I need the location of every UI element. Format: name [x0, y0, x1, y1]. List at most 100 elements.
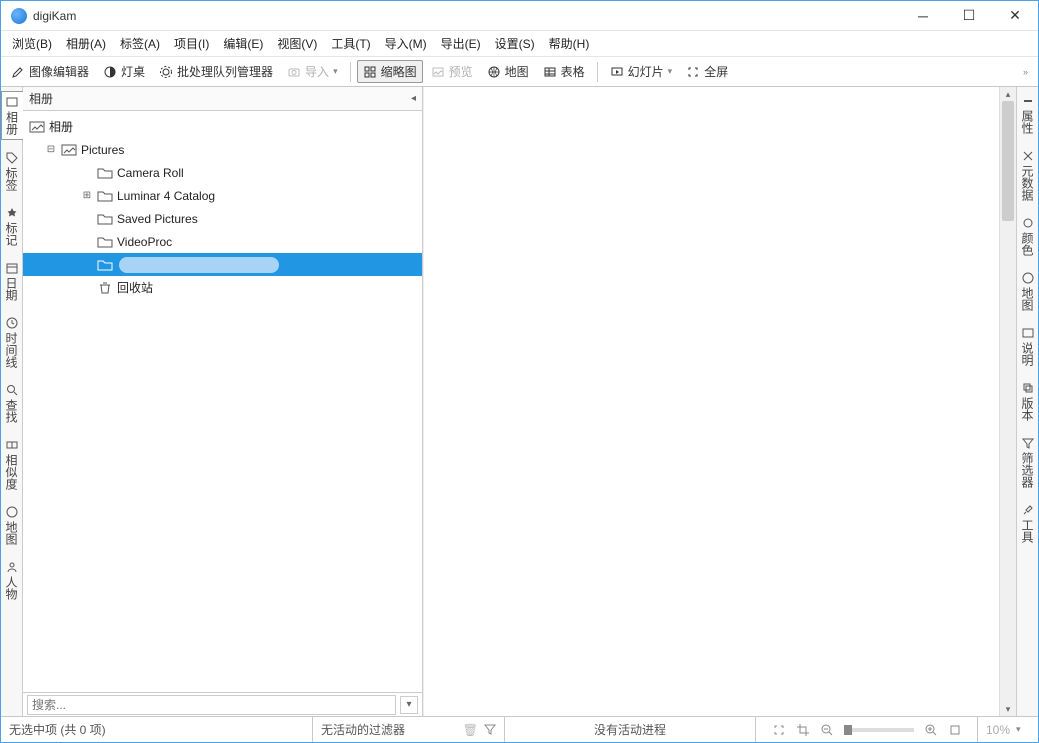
tree-saved-pictures[interactable]: Saved Pictures — [23, 207, 422, 230]
album-tree: 相册 ⊟ Pictures Camera Roll ⊞ Luminar 4 Ca… — [23, 111, 422, 692]
menu-tags[interactable]: 标签(A) — [113, 32, 167, 55]
batch-queue-label: 批处理队列管理器 — [177, 63, 273, 80]
thumbnail-canvas[interactable] — [423, 87, 999, 716]
collapse-icon[interactable]: ◂ — [411, 93, 416, 104]
slideshow-button[interactable]: 幻灯片 ▾ — [604, 60, 679, 83]
scroll-down-icon[interactable]: ▾ — [1000, 702, 1016, 716]
menu-edit[interactable]: 编辑(E) — [216, 32, 270, 55]
map-button[interactable]: 地图 — [481, 60, 535, 83]
menu-import[interactable]: 导入(M) — [378, 32, 434, 55]
menu-settings[interactable]: 设置(S) — [488, 32, 542, 55]
map-label: 地图 — [505, 63, 529, 80]
grid-icon — [363, 65, 377, 79]
tab-tags[interactable]: 标签 — [1, 148, 22, 195]
fullscreen-button[interactable]: 全屏 — [680, 60, 734, 83]
statusbar: 无选中项 (共 0 项) 无活动的过滤器 🗑 没有活动进程 10% ▾ — [1, 716, 1038, 742]
search-input[interactable] — [27, 695, 396, 715]
tree-label: Pictures — [81, 143, 124, 157]
tab-timeline[interactable]: 时间线 — [1, 313, 22, 372]
tab-date[interactable]: 日期 — [1, 258, 22, 305]
tree-pictures[interactable]: ⊟ Pictures — [23, 138, 422, 161]
color-icon — [1022, 217, 1034, 229]
tree-label: Camera Roll — [117, 166, 184, 180]
contrast-icon — [103, 65, 117, 79]
preview-button[interactable]: 预览 — [425, 60, 479, 83]
tab-search[interactable]: 查找 — [1, 380, 22, 427]
fit-icon[interactable] — [772, 723, 786, 737]
thumbnails-button[interactable]: 缩略图 — [357, 60, 423, 83]
tab-tools-right[interactable]: 工具 — [1017, 500, 1038, 547]
status-zoom[interactable]: 10% ▾ — [978, 717, 1038, 742]
tree-luminar[interactable]: ⊞ Luminar 4 Catalog — [23, 184, 422, 207]
search-row: ▾ — [23, 692, 422, 716]
scroll-thumb[interactable] — [1002, 101, 1014, 221]
menubar: 浏览(B) 相册(A) 标签(A) 项目(I) 编辑(E) 视图(V) 工具(T… — [1, 31, 1038, 57]
tab-marks[interactable]: 标记 — [1, 203, 22, 250]
minimize-button[interactable]: ─ — [900, 1, 946, 31]
image-editor-button[interactable]: 图像编辑器 — [5, 60, 95, 83]
gear-icon — [159, 65, 173, 79]
image-icon — [61, 143, 77, 157]
fullscreen-label: 全屏 — [704, 63, 728, 80]
menu-tools[interactable]: 工具(T) — [324, 32, 377, 55]
close-button[interactable]: ✕ — [992, 1, 1038, 31]
menu-help[interactable]: 帮助(H) — [542, 32, 597, 55]
zoom-out-icon[interactable] — [820, 723, 834, 737]
tab-people[interactable]: 人物 — [1, 557, 22, 604]
crop-icon[interactable] — [796, 723, 810, 737]
tag-icon — [6, 152, 18, 164]
search-icon — [6, 384, 18, 396]
right-sidebar-tabs: 属性 元数据 颜色 地图 说明 版本 筛选器 工具 — [1016, 87, 1038, 716]
table-label: 表格 — [561, 63, 585, 80]
zoom-slider[interactable] — [844, 728, 914, 732]
tab-color[interactable]: 颜色 — [1017, 213, 1038, 260]
collapse-icon[interactable]: ⊟ — [45, 144, 57, 155]
tree-root[interactable]: 相册 — [23, 115, 422, 138]
tab-map-right[interactable]: 地图 — [1017, 268, 1038, 315]
app-title: digiKam — [33, 9, 76, 23]
tab-properties[interactable]: 属性 — [1017, 91, 1038, 138]
tab-map[interactable]: 地图 — [1, 502, 22, 549]
search-options-button[interactable]: ▾ — [400, 696, 418, 714]
tab-metadata[interactable]: 元数据 — [1017, 146, 1038, 205]
panel-header[interactable]: 相册 ◂ — [23, 87, 422, 111]
tree-selected-folder[interactable] — [23, 253, 422, 276]
folder-icon — [97, 166, 113, 180]
overflow-button[interactable]: » — [1017, 64, 1034, 80]
zoom-in-icon[interactable] — [924, 723, 938, 737]
batch-queue-button[interactable]: 批处理队列管理器 — [153, 60, 279, 83]
tab-filter[interactable]: 筛选器 — [1017, 433, 1038, 492]
tree-recycle[interactable]: 回收站 — [23, 276, 422, 299]
actual-size-icon[interactable] — [948, 723, 962, 737]
folder-icon — [97, 258, 113, 272]
maximize-button[interactable]: ☐ — [946, 1, 992, 31]
version-icon — [1022, 382, 1034, 394]
table-button[interactable]: 表格 — [537, 60, 591, 83]
vertical-scrollbar[interactable]: ▴ ▾ — [999, 87, 1016, 716]
tree-label: 回收站 — [117, 279, 153, 296]
tree-videoproc[interactable]: VideoProc — [23, 230, 422, 253]
status-progress: 没有活动进程 — [505, 717, 756, 742]
image-editor-label: 图像编辑器 — [29, 63, 89, 80]
menu-project[interactable]: 项目(I) — [167, 32, 216, 55]
import-button[interactable]: 导入 ▾ — [281, 60, 344, 83]
menu-album[interactable]: 相册(A) — [59, 32, 113, 55]
tab-album[interactable]: 相册 — [1, 91, 23, 140]
trash-icon[interactable]: 🗑 — [463, 723, 478, 737]
menu-browse[interactable]: 浏览(B) — [5, 32, 59, 55]
status-view-icons — [756, 717, 978, 742]
menu-view[interactable]: 视图(V) — [270, 32, 324, 55]
tab-version[interactable]: 版本 — [1017, 378, 1038, 425]
tab-similarity[interactable]: 相似度 — [1, 435, 22, 494]
expand-icon[interactable]: ⊞ — [81, 190, 93, 201]
slideshow-label: 幻灯片 — [628, 63, 664, 80]
light-table-button[interactable]: 灯桌 — [97, 60, 151, 83]
tab-caption[interactable]: 说明 — [1017, 323, 1038, 370]
separator — [350, 62, 351, 82]
scroll-up-icon[interactable]: ▴ — [1000, 87, 1016, 101]
menu-export[interactable]: 导出(E) — [434, 32, 488, 55]
funnel-icon[interactable] — [484, 723, 496, 737]
tree-camera-roll[interactable]: Camera Roll — [23, 161, 422, 184]
left-sidebar-tabs: 相册 标签 标记 日期 时间线 查找 相似度 地图 人物 — [1, 87, 23, 716]
camera-icon — [287, 65, 301, 79]
